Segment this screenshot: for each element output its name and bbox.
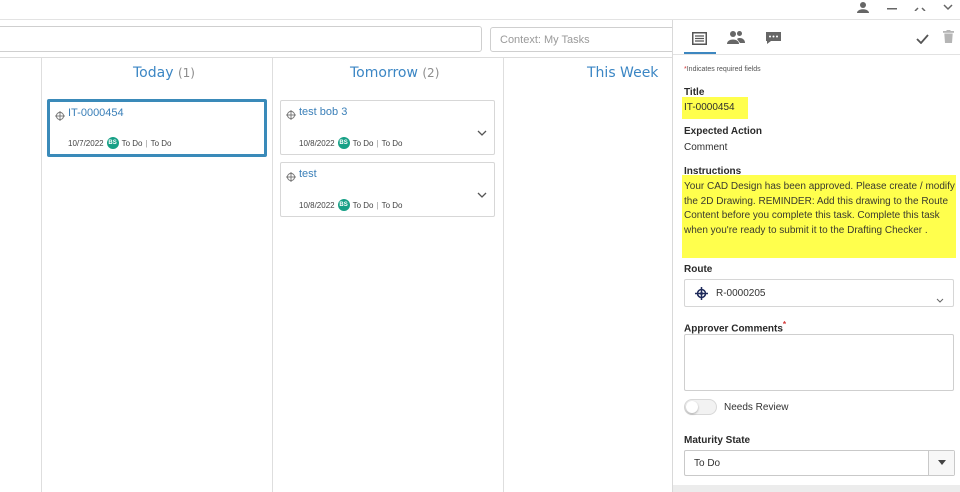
task-card-title[interactable]: IT-0000454 [68,107,124,119]
required-fields-note: *Indicates required fields [684,66,761,73]
needs-review-label: Needs Review [724,402,789,413]
route-icon [695,287,708,305]
expand-icon[interactable] [914,3,926,11]
task-card-state: To Do [150,138,172,148]
user-icon[interactable] [856,1,870,13]
column-header-this-week: This Week [587,65,658,81]
expected-action-value: Comment [684,142,728,153]
required-asterisk: * [782,319,787,329]
route-task-icon [286,169,296,187]
task-card-date: 10/7/2022 [68,138,104,148]
column-header-tomorrow: Tomorrow (2) [350,65,439,81]
discussion-tab-icon[interactable] [765,31,782,50]
chevron-down-icon[interactable] [477,123,487,141]
separator: | [145,138,148,148]
task-detail-panel: *Indicates required fields Title IT-0000… [672,20,960,492]
context-placeholder: Context: My Tasks [500,34,590,46]
column-divider [41,58,42,492]
task-card-state: To Do [381,200,403,210]
trash-icon[interactable] [943,30,954,48]
title-label: Title [684,87,705,98]
approver-comments-label: Approver Comments* [684,319,786,334]
title-value: IT-0000454 [684,102,735,113]
minimize-icon[interactable] [886,3,898,11]
panel-footer [673,485,960,492]
route-value[interactable]: R-0000205 [716,288,765,299]
task-card-status: To Do [352,138,374,148]
approver-comments-input[interactable] [684,334,954,391]
column-title: Tomorrow [350,65,418,81]
column-count: (1) [177,66,195,80]
chevron-down-icon[interactable] [477,185,487,203]
route-label: Route [684,264,713,275]
task-card[interactable]: IT-0000454 10/7/2022 BS To Do | To Do [47,99,267,157]
separator: | [376,200,379,210]
task-card-meta: 10/7/2022 BS To Do | To Do [68,137,171,149]
task-card[interactable]: test 10/8/2022 BS To Do | To Do [280,162,495,217]
select-dropdown-button[interactable] [928,451,954,475]
task-card-date: 10/8/2022 [299,200,335,210]
task-card-date: 10/8/2022 [299,138,335,148]
toggle-knob [686,401,698,413]
task-card-state: To Do [381,138,403,148]
column-divider [503,58,504,492]
column-divider [272,58,273,492]
approver-comments-label-text: Approver Comments [684,323,783,335]
maturity-state-value: To Do [694,458,721,469]
task-board: Today (1) Tomorrow (2) This Week IT-0000… [0,57,672,492]
task-card-status: To Do [121,138,143,148]
route-task-icon [286,107,296,125]
column-title: This Week [587,65,659,81]
search-input[interactable] [0,26,482,52]
avatar: BS [337,137,350,149]
avatar: BS [337,199,350,211]
task-card-meta: 10/8/2022 BS To Do | To Do [299,137,402,149]
members-tab-icon[interactable] [727,30,745,49]
context-input[interactable]: Context: My Tasks [490,27,690,52]
panel-tabs [673,20,960,55]
required-note-text: Indicates required fields [686,66,761,73]
properties-tab-icon[interactable] [692,32,707,50]
route-field[interactable]: R-0000205 [684,279,954,307]
active-tab-indicator [684,52,716,54]
column-title: Today [133,65,174,81]
chevron-down-icon[interactable] [936,290,944,308]
task-card[interactable]: test bob 3 10/8/2022 BS To Do | To Do [280,100,495,155]
separator: | [376,138,379,148]
maturity-state-label: Maturity State [684,435,751,446]
window-controls [856,0,954,14]
instructions-value: Your CAD Design has been approved. Pleas… [684,181,955,236]
task-card-title[interactable]: test bob 3 [299,106,347,118]
task-card-title[interactable]: test [299,168,317,180]
column-count: (2) [422,66,440,80]
column-header-today: Today (1) [133,65,195,81]
task-card-status: To Do [352,200,374,210]
expected-action-label: Expected Action [684,126,762,137]
avatar: BS [106,137,119,149]
chevron-down-icon[interactable] [942,3,954,11]
route-task-icon [55,108,65,126]
needs-review-toggle[interactable] [684,399,717,415]
task-card-meta: 10/8/2022 BS To Do | To Do [299,199,402,211]
maturity-state-select[interactable]: To Do [684,450,955,476]
complete-check-icon[interactable] [916,31,929,49]
app-root: Context: My Tasks Today (1) Tomorrow (2)… [0,0,960,492]
top-bar [0,0,960,20]
